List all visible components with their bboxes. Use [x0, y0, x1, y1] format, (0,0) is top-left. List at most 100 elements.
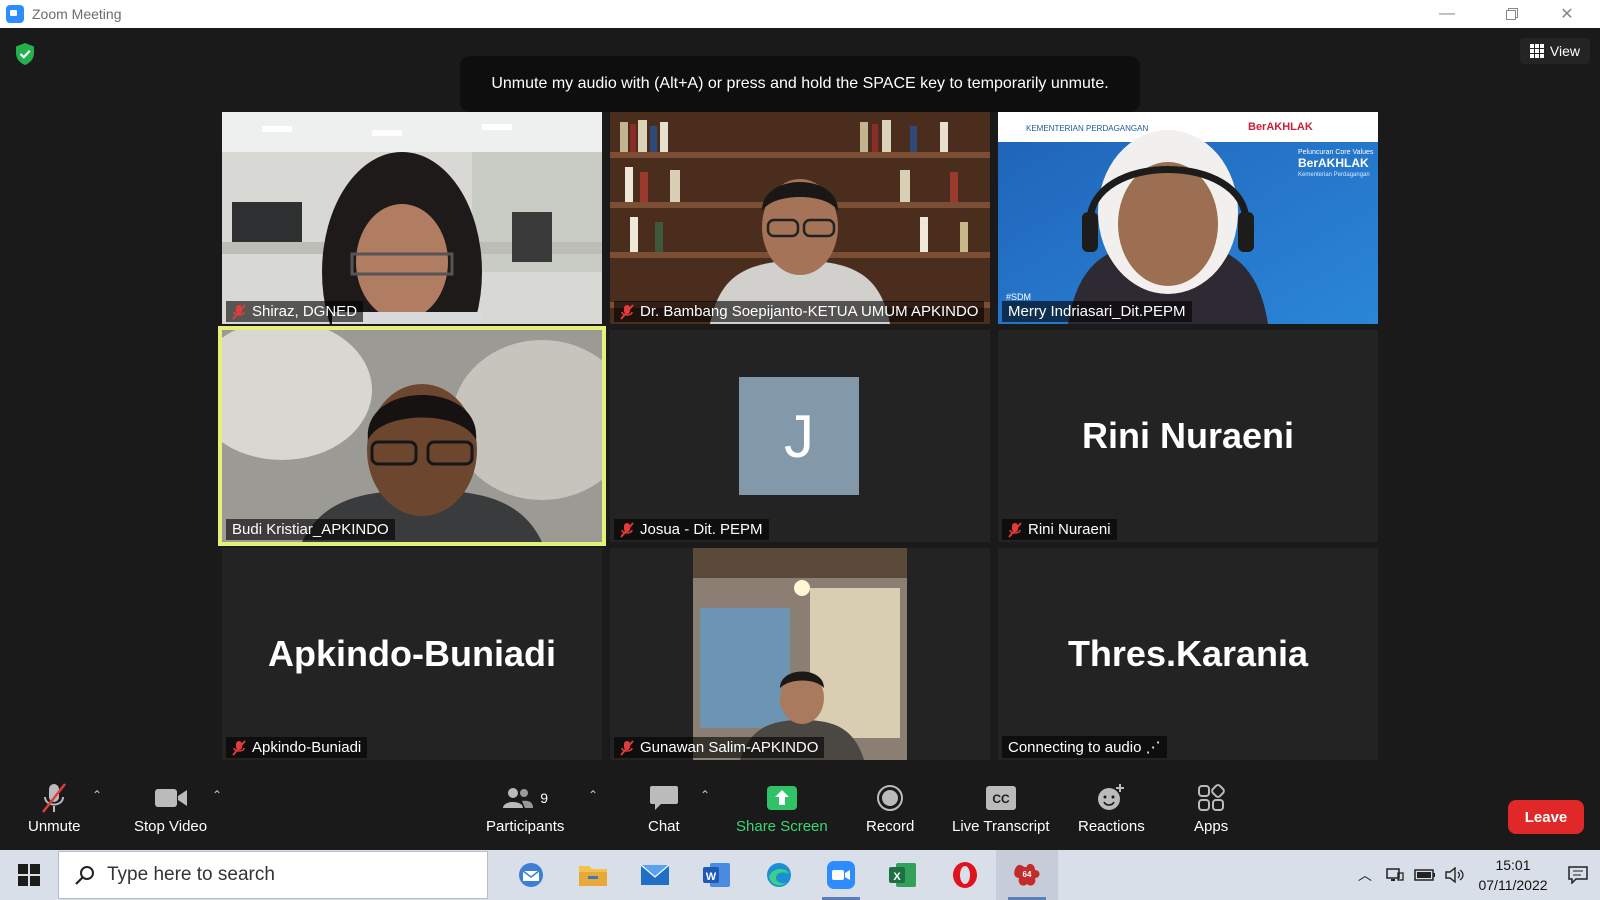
battery-icon[interactable]	[1410, 850, 1440, 900]
view-label: View	[1549, 43, 1580, 59]
share-screen-icon	[766, 786, 797, 810]
virtual-background-video-feed: KEMENTERIAN PERDAGANGAN BerAKHLAK Pelunc…	[998, 112, 1378, 324]
start-button[interactable]	[0, 850, 58, 900]
word-icon: W	[703, 863, 730, 887]
excel-icon: X	[889, 863, 916, 887]
notifications-icon[interactable]	[1556, 850, 1600, 900]
muted-mic-icon	[232, 303, 246, 320]
participant-display-name: Apkindo-Buniadi	[268, 633, 556, 674]
emoji-add-icon	[1098, 784, 1125, 810]
meeting-toolbar: Unmute ⌃ Stop Video ⌃ 9 Participants ⌃ C…	[0, 772, 1600, 850]
audio-options-caret-icon[interactable]: ⌃	[92, 788, 102, 802]
svg-text:CC: CC	[992, 792, 1010, 806]
video-tile-gunawan[interactable]: Gunawan Salim-APKINDO	[610, 548, 990, 760]
bookshelf-video-feed	[610, 112, 990, 324]
chat-button[interactable]: Chat	[648, 782, 680, 835]
taskbar-app-active[interactable]: 64	[996, 850, 1058, 900]
banner-sub-text: Peluncuran Core Values	[1298, 149, 1374, 156]
participant-display-name: Thres.Karania	[1067, 633, 1309, 674]
view-button[interactable]: View	[1519, 38, 1590, 64]
participant-name-label: Apkindo-Buniadi	[226, 737, 368, 758]
closed-caption-icon: CC	[985, 786, 1016, 810]
video-tile-budi[interactable]: Budi Kristiar_APKINDO	[218, 326, 606, 546]
banner-title-text: BerAKHLAK	[1298, 156, 1369, 170]
edge-icon	[767, 863, 791, 887]
zoom-app-icon	[6, 5, 24, 23]
taskbar-app-zoom[interactable]	[810, 850, 872, 900]
security-shield-icon[interactable]	[14, 42, 36, 66]
taskbar-search-box[interactable]: Type here to search	[58, 851, 488, 899]
clock-time: 15:01	[1495, 857, 1531, 873]
unmute-button[interactable]: Unmute	[28, 782, 81, 835]
minimize-icon[interactable]: —	[1424, 0, 1470, 28]
participants-options-caret-icon[interactable]: ⌃	[588, 788, 598, 802]
room-video-feed	[610, 548, 990, 760]
record-button[interactable]: Record	[866, 782, 914, 835]
outlook-icon	[519, 863, 543, 887]
close-icon[interactable]: ✕	[1544, 0, 1590, 28]
muted-mic-icon	[232, 739, 246, 756]
network-icon[interactable]	[1380, 850, 1410, 900]
search-placeholder: Type here to search	[107, 864, 275, 885]
chevron-up-icon[interactable]: ︿	[1350, 850, 1380, 900]
reactions-button[interactable]: Reactions	[1078, 782, 1145, 835]
video-tile-shiraz[interactable]: Shiraz, DGNED	[222, 112, 602, 324]
participants-button[interactable]: 9 Participants	[486, 782, 564, 835]
participant-name-label: Shiraz, DGNED	[226, 301, 364, 322]
taskbar-app-edge[interactable]	[748, 850, 810, 900]
apps-button[interactable]: Apps	[1194, 782, 1228, 835]
apps-icon	[1198, 784, 1225, 811]
banner-caption-text: Kementerian Perdagangan	[1298, 172, 1370, 178]
windows-taskbar: Type here to search W X 64 ︿ 15:01 07/11…	[0, 850, 1600, 900]
svg-text:X: X	[893, 871, 901, 883]
leave-button[interactable]: Leave	[1508, 800, 1584, 834]
taskbar-app-excel[interactable]: X	[872, 850, 934, 900]
muted-mic-icon	[1008, 521, 1022, 538]
window-titlebar: Zoom Meeting — ✕	[0, 0, 1600, 28]
participants-icon	[503, 788, 534, 808]
live-transcript-button[interactable]: CC Live Transcript	[952, 782, 1050, 835]
video-tile-merry[interactable]: KEMENTERIAN PERDAGANGAN BerAKHLAK Pelunc…	[998, 112, 1378, 324]
taskbar-app-mail[interactable]	[624, 850, 686, 900]
taskbar-pinned-apps: W X 64	[500, 850, 1058, 900]
record-icon	[877, 785, 904, 811]
share-screen-button[interactable]: Share Screen	[736, 782, 828, 835]
participant-name-label: Rini Nuraeni	[1002, 519, 1117, 540]
muted-mic-icon	[620, 739, 634, 756]
opera-icon	[953, 862, 977, 888]
participant-name-label: Gunawan Salim-APKINDO	[614, 737, 825, 758]
participant-name-label: Josua - Dit. PEPM	[614, 519, 769, 540]
app-badge-icon: 64	[1014, 863, 1040, 886]
system-tray: ︿ 15:01 07/11/2022	[1350, 850, 1600, 900]
restore-icon[interactable]	[1489, 0, 1535, 28]
chat-options-caret-icon[interactable]: ⌃	[700, 788, 710, 802]
muted-mic-icon	[620, 521, 634, 538]
video-tile-bambang[interactable]: Dr. Bambang Soepijanto-KETUA UMUM APKIND…	[610, 112, 990, 324]
banner-left-text: KEMENTERIAN PERDAGANGAN	[1026, 124, 1148, 133]
svg-text:64: 64	[1023, 870, 1032, 879]
taskbar-clock[interactable]: 15:01 07/11/2022	[1470, 855, 1556, 895]
video-tile-thres[interactable]: Thres.Karania Connecting to audio ⋰	[998, 548, 1378, 760]
stop-video-button[interactable]: Stop Video	[134, 782, 207, 835]
clock-date: 07/11/2022	[1478, 877, 1548, 893]
video-tile-rini[interactable]: Rini Nuraeni Rini Nuraeni	[998, 330, 1378, 542]
video-tile-buniadi[interactable]: Apkindo-Buniadi Apkindo-Buniadi	[222, 548, 602, 760]
grid-icon	[1529, 44, 1544, 58]
muted-mic-icon	[42, 783, 67, 813]
video-options-caret-icon[interactable]: ⌃	[212, 788, 222, 802]
participant-display-name: Rini Nuraeni	[1081, 415, 1295, 456]
blurred-video-feed	[222, 330, 602, 542]
participants-count: 9	[540, 790, 549, 806]
folder-icon	[579, 866, 607, 886]
taskbar-app-file-explorer[interactable]	[562, 850, 624, 900]
speaker-icon[interactable]	[1440, 850, 1470, 900]
video-tile-josua[interactable]: J Josua - Dit. PEPM	[610, 330, 990, 542]
taskbar-app-opera[interactable]	[934, 850, 996, 900]
participant-name-label: Budi Kristiar_APKINDO	[226, 519, 395, 540]
taskbar-app-outlook[interactable]	[500, 850, 562, 900]
window-title: Zoom Meeting	[32, 6, 122, 22]
taskbar-app-word[interactable]: W	[686, 850, 748, 900]
participant-name-label: Connecting to audio ⋰	[1002, 736, 1167, 758]
svg-text:W: W	[706, 871, 717, 883]
unmute-notice: Unmute my audio with (Alt+A) or press an…	[460, 56, 1140, 112]
